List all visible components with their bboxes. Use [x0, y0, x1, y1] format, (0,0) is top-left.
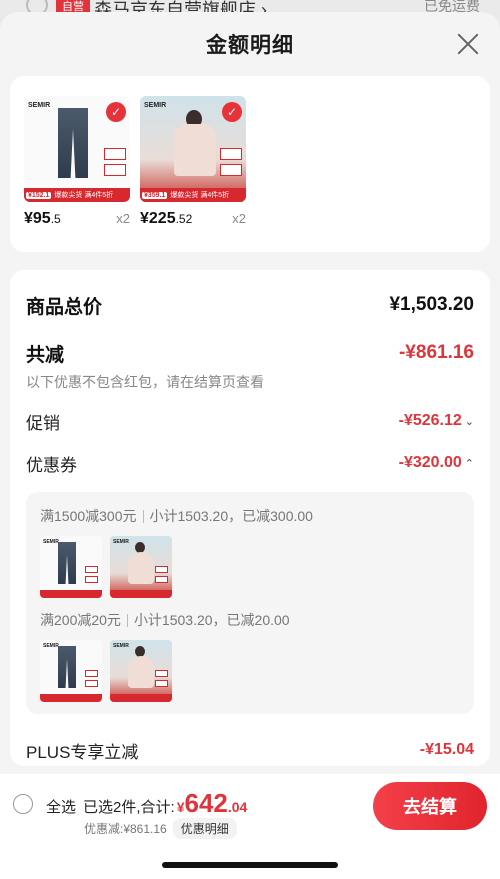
chevron-up-icon: ⌃: [464, 457, 474, 470]
coupon-products: SEMIR SEMIR: [40, 536, 460, 598]
sheet-title: 金额明细: [206, 34, 294, 57]
amount-detail-sheet: 金额明细 SEMIR ✓ ¥152.1 爆款尖货 满4件5折 ¥95.5 x2: [0, 12, 500, 774]
promo-bar: [40, 590, 102, 598]
amount-detail-card: 商品总价 ¥1,503.20 共减 -¥861.16 以下优惠不包含红包，请在结…: [10, 270, 490, 766]
total-row: 商品总价 ¥1,503.20: [26, 288, 474, 322]
jacket-image: [128, 552, 154, 584]
price-row: ¥95.5 x2: [24, 210, 130, 228]
brand-logo: SEMIR: [144, 102, 167, 109]
jacket-image: [174, 124, 216, 176]
jeans-image: [58, 542, 76, 584]
total-label: 商品总价: [26, 296, 103, 318]
price-tag: [85, 576, 98, 583]
price-tag: [155, 670, 168, 677]
product-item[interactable]: SEMIR ✓ ¥359.1 爆款尖货 满4件5折 ¥225.52 x2: [140, 96, 246, 232]
sheet-header: 金额明细: [0, 12, 500, 76]
price-tag: [220, 148, 242, 160]
products-card: SEMIR ✓ ¥152.1 爆款尖货 满4件5折 ¥95.5 x2 SEMIR…: [10, 76, 490, 252]
plus-label: PLUS专享立减: [26, 742, 139, 762]
coupon-value: -¥320.00 ⌃: [398, 454, 474, 471]
promo-bar: ¥359.1 爆款尖货 满4件5折: [140, 188, 246, 202]
brand-logo: SEMIR: [43, 539, 59, 545]
coupon-title: 满200减20元: [40, 612, 121, 628]
promo-text: 爆款尖货 满4件5折: [54, 192, 114, 199]
checkmark-icon: ✓: [106, 102, 126, 122]
jacket-mini-thumbnail: SEMIR: [110, 640, 172, 702]
coupon-row[interactable]: 优惠券 -¥320.00 ⌃: [26, 442, 474, 484]
coupon-line: 满200减20元 小计1503.20，已减20.00: [40, 610, 460, 630]
price-tag: [220, 164, 242, 176]
total-currency: ¥: [176, 799, 185, 815]
total-decimal: .04: [227, 799, 248, 815]
chevron-down-icon: ⌄: [464, 415, 474, 428]
brand-logo: SEMIR: [43, 643, 59, 649]
reduce-label: 共减: [26, 344, 65, 366]
brand-logo: SEMIR: [28, 102, 51, 109]
coupon-subtotal: 小计1503.20，已减20.00: [133, 612, 290, 628]
price-tag: [85, 680, 98, 687]
jeans-image: [58, 646, 76, 688]
checkout-bar: 全选 已选2件,合计: ¥ 642 .04 优惠减:¥861.16 优惠明细 去…: [0, 774, 500, 879]
promo-value: -¥526.12 ⌄: [398, 412, 474, 429]
product-item[interactable]: SEMIR ✓ ¥152.1 爆款尖货 满4件5折 ¥95.5 x2: [24, 96, 130, 232]
coupon-products: SEMIR SEMIR: [40, 640, 460, 702]
promo-price: ¥152.1: [26, 191, 52, 199]
jacket-image: [128, 656, 154, 688]
checkmark-icon: ✓: [222, 102, 242, 122]
coupon-label: 优惠券: [26, 455, 77, 475]
coupon-title: 满1500减300元: [40, 508, 137, 524]
brand-logo: SEMIR: [113, 539, 129, 545]
promo-bar: [40, 694, 102, 702]
discount-line: 优惠减:¥861.16 优惠明细: [84, 818, 237, 839]
jacket-mini-thumbnail: SEMIR: [110, 536, 172, 598]
promo-price: ¥359.1: [142, 191, 168, 199]
reduce-note: 以下优惠不包含红包，请在结算页查看: [26, 374, 264, 390]
selected-summary: 已选2件,合计: ¥ 642 .04: [83, 788, 248, 818]
jeans-mini-thumbnail: SEMIR: [40, 640, 102, 702]
discount-text: 优惠减:¥861.16: [84, 822, 167, 836]
close-icon[interactable]: [454, 30, 482, 58]
jeans-image: [58, 108, 88, 178]
plus-discount-row: PLUS专享立减 -¥15.04: [26, 730, 474, 770]
price-tag: [155, 566, 168, 573]
price-tag: [104, 164, 126, 176]
product-price: ¥95.5: [24, 210, 61, 227]
discount-detail-button[interactable]: 优惠明细: [172, 818, 237, 839]
divider: [126, 613, 128, 627]
promo-text: 爆款尖货 满4件5折: [170, 192, 230, 199]
price-tag: [85, 670, 98, 677]
plus-value: -¥15.04: [419, 741, 474, 758]
reduce-value: -¥861.16: [398, 342, 474, 363]
home-indicator: [162, 862, 338, 868]
product-qty: x2: [232, 211, 246, 226]
total-amount: 642: [184, 788, 228, 818]
price-tag: [155, 680, 168, 687]
price-tag: [85, 566, 98, 573]
select-all-checkbox[interactable]: [13, 794, 33, 814]
coupon-subtotal: 小计1503.20，已减300.00: [149, 508, 313, 524]
promo-bar: [110, 590, 172, 598]
jeans-thumbnail: SEMIR ✓ ¥152.1 爆款尖货 满4件5折: [24, 96, 130, 202]
jacket-thumbnail: SEMIR ✓ ¥359.1 爆款尖货 满4件5折: [140, 96, 246, 202]
price-tag: [104, 148, 126, 160]
price-row: ¥225.52 x2: [140, 210, 246, 228]
price-tag: [155, 576, 168, 583]
coupon-breakdown: 满1500减300元 小计1503.20，已减300.00 SEMIR SEMI…: [26, 492, 474, 714]
divider: [142, 509, 144, 523]
promo-row[interactable]: 促销 -¥526.12 ⌄: [26, 400, 474, 442]
total-value: ¥1,503.20: [389, 294, 474, 315]
jeans-mini-thumbnail: SEMIR: [40, 536, 102, 598]
brand-logo: SEMIR: [113, 643, 129, 649]
selected-count: 已选2件,合计:: [83, 799, 175, 816]
promo-bar: ¥152.1 爆款尖货 满4件5折: [24, 188, 130, 202]
product-price: ¥225.52: [140, 210, 193, 227]
product-qty: x2: [116, 211, 130, 226]
promo-label: 促销: [26, 413, 60, 433]
coupon-line: 满1500减300元 小计1503.20，已减300.00: [40, 506, 460, 526]
checkout-button[interactable]: 去结算: [373, 782, 487, 830]
select-all-label[interactable]: 全选: [46, 796, 76, 817]
reduce-row: 共减 -¥861.16: [26, 336, 474, 370]
promo-bar: [110, 694, 172, 702]
